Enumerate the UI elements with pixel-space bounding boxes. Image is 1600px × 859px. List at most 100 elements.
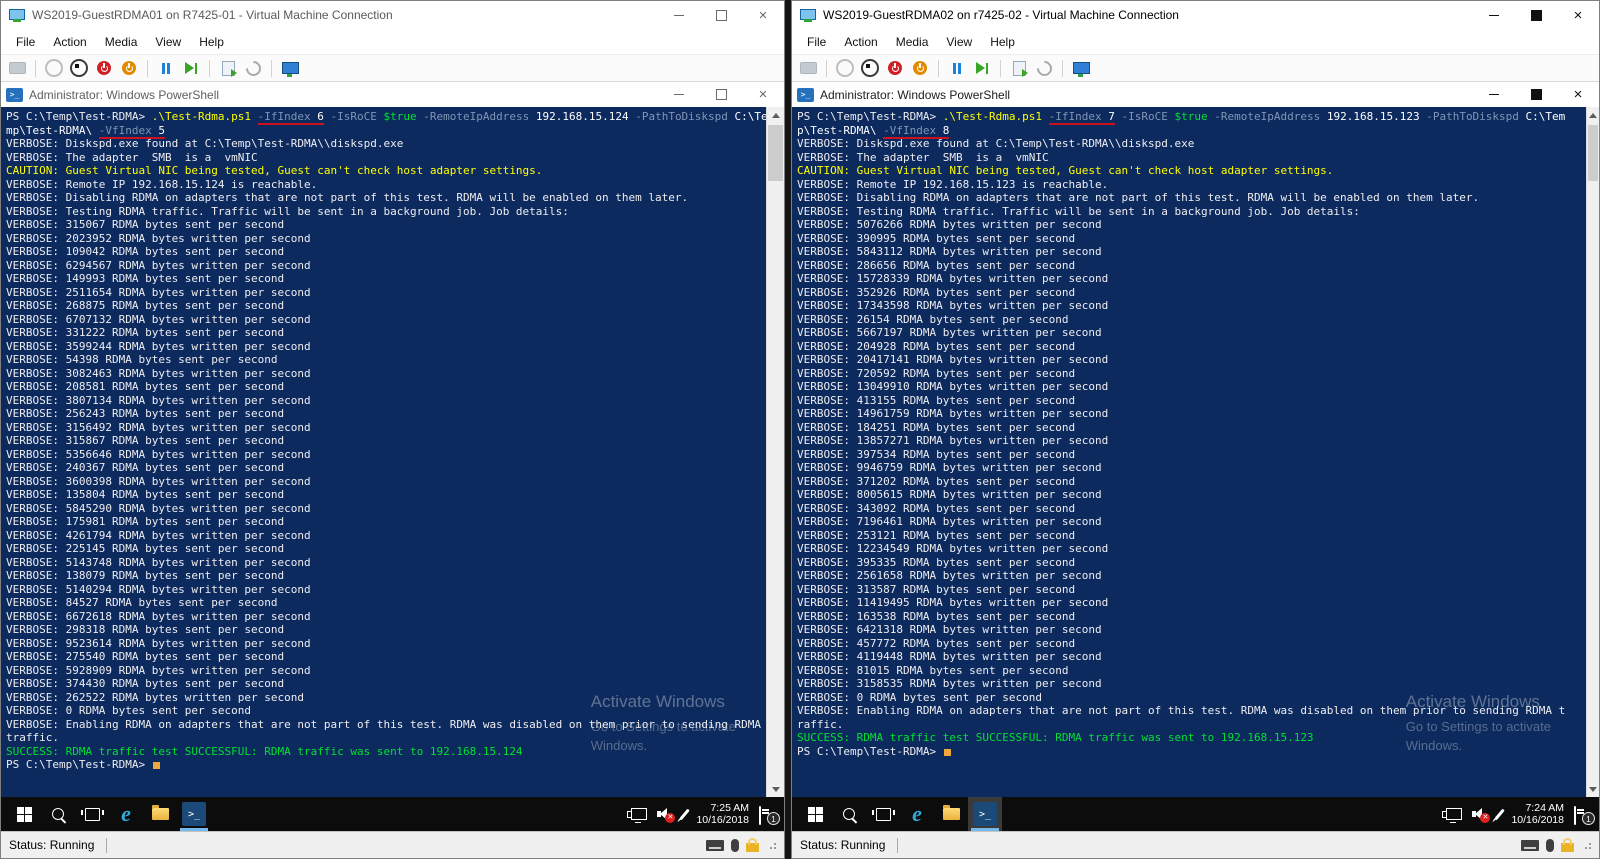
reset-vm-button[interactable] — [181, 58, 201, 78]
resize-grip[interactable] — [768, 841, 776, 849]
console-line: VERBOSE: 413155 RDMA bytes sent per seco… — [797, 394, 1586, 408]
shut-down-vm-button[interactable] — [885, 58, 905, 78]
console-line: VERBOSE: 135804 RDMA bytes sent per seco… — [6, 488, 765, 502]
file-explorer-button[interactable] — [143, 797, 177, 831]
console-line: VERBOSE: Testing RDMA traffic. Traffic w… — [6, 205, 765, 219]
task-view-button[interactable] — [75, 797, 109, 831]
scrollbar-thumb[interactable] — [768, 125, 783, 181]
enhanced-session-button[interactable] — [1071, 58, 1091, 78]
menu-file[interactable]: File — [798, 31, 835, 53]
pen-icon[interactable] — [683, 808, 686, 821]
checkpoint-button[interactable] — [1009, 58, 1029, 78]
volume-muted-icon[interactable]: ✕ — [657, 807, 673, 821]
console-line: PS C:\Temp\Test-RDMA> — [797, 745, 1586, 759]
file-explorer-button[interactable] — [934, 797, 968, 831]
ps-close-button[interactable]: × — [1557, 82, 1599, 107]
powershell-taskbar-button[interactable]: >_ — [177, 797, 211, 831]
save-vm-button[interactable] — [910, 58, 930, 78]
revert-button[interactable] — [243, 58, 263, 78]
console-line: VERBOSE: 5843112 RDMA bytes written per … — [797, 245, 1586, 259]
revert-button[interactable] — [1034, 58, 1054, 78]
start-button[interactable] — [7, 797, 41, 831]
network-icon[interactable] — [631, 808, 647, 820]
text-cursor — [944, 749, 951, 756]
pause-vm-button[interactable] — [947, 58, 967, 78]
powershell-titlebar[interactable]: >_ Administrator: Windows PowerShell × — [1, 82, 784, 107]
powershell-taskbar-button[interactable]: >_ — [968, 797, 1002, 831]
search-button[interactable] — [41, 797, 75, 831]
console-scrollbar[interactable] — [766, 107, 784, 797]
pause-vm-button[interactable] — [156, 58, 176, 78]
vm-titlebar[interactable]: WS2019-GuestRDMA02 on r7425-02 - Virtual… — [792, 1, 1599, 29]
action-center-icon[interactable]: 1 — [1574, 807, 1591, 821]
scrollbar-thumb[interactable] — [1588, 125, 1598, 181]
console-line: VERBOSE: 720592 RDMA bytes sent per seco… — [797, 367, 1586, 381]
menu-help[interactable]: Help — [981, 31, 1024, 53]
console-line: VERBOSE: 352926 RDMA bytes sent per seco… — [797, 286, 1586, 300]
ps-minimize-button[interactable] — [658, 82, 700, 107]
ps-maximize-button[interactable] — [1515, 82, 1557, 107]
menu-help[interactable]: Help — [190, 31, 233, 53]
ctrl-alt-del-button[interactable] — [798, 58, 818, 78]
menu-view[interactable]: View — [937, 31, 981, 53]
console-line: PS C:\Temp\Test-RDMA> .\Test-Rdma.ps1 -I… — [797, 110, 1586, 124]
start-vm-button[interactable] — [44, 58, 64, 78]
powershell-console[interactable]: PS C:\Temp\Test-RDMA> .\Test-Rdma.ps1 -I… — [1, 107, 784, 797]
console-line: VERBOSE: 457772 RDMA bytes sent per seco… — [797, 637, 1586, 651]
internet-explorer-button[interactable]: e — [109, 797, 143, 831]
console-line: VERBOSE: 6707132 RDMA bytes written per … — [6, 313, 765, 327]
save-vm-button[interactable] — [119, 58, 139, 78]
enhanced-session-button[interactable] — [280, 58, 300, 78]
turn-off-vm-button[interactable] — [860, 58, 880, 78]
ps-close-button[interactable]: × — [742, 82, 784, 107]
menu-file[interactable]: File — [7, 31, 44, 53]
console-line: VERBOSE: 6294567 RDMA bytes written per … — [6, 259, 765, 273]
clock[interactable]: 7:24 AM 10/16/2018 — [1511, 802, 1564, 826]
resize-grip[interactable] — [1583, 841, 1591, 849]
ps-maximize-button[interactable] — [700, 82, 742, 107]
close-button[interactable]: × — [742, 1, 784, 29]
task-view-button[interactable] — [866, 797, 900, 831]
reset-vm-button[interactable] — [972, 58, 992, 78]
powershell-console[interactable]: PS C:\Temp\Test-RDMA> .\Test-Rdma.ps1 -I… — [792, 107, 1599, 797]
console-line: VERBOSE: 14961759 RDMA bytes written per… — [797, 407, 1586, 421]
maximize-button[interactable] — [1515, 1, 1557, 29]
console-line: VERBOSE: 262522 RDMA bytes written per s… — [6, 691, 765, 705]
maximize-button[interactable] — [700, 1, 742, 29]
ctrl-alt-del-button[interactable] — [7, 58, 27, 78]
console-scrollbar[interactable] — [1586, 107, 1599, 797]
menu-media[interactable]: Media — [96, 31, 147, 53]
internet-explorer-button[interactable]: e — [900, 797, 934, 831]
start-vm-button[interactable] — [835, 58, 855, 78]
clock[interactable]: 7:25 AM 10/16/2018 — [696, 802, 749, 826]
scroll-down-arrow[interactable] — [1587, 781, 1599, 797]
scroll-up-arrow[interactable] — [1587, 107, 1599, 123]
minimize-button[interactable] — [1473, 1, 1515, 29]
close-button[interactable]: × — [1557, 1, 1599, 29]
usb-device-icon — [731, 839, 739, 852]
console-line: raffic. — [797, 718, 1586, 732]
search-button[interactable] — [832, 797, 866, 831]
shut-down-vm-button[interactable] — [94, 58, 114, 78]
console-line: VERBOSE: 5928909 RDMA bytes written per … — [6, 664, 765, 678]
menu-media[interactable]: Media — [887, 31, 938, 53]
vm-titlebar[interactable]: WS2019-GuestRDMA01 on R7425-01 - Virtual… — [1, 1, 784, 29]
menu-action[interactable]: Action — [835, 31, 886, 53]
powershell-title: Administrator: Windows PowerShell — [820, 88, 1473, 102]
network-icon[interactable] — [1446, 808, 1462, 820]
minimize-button[interactable] — [658, 1, 700, 29]
scroll-down-arrow[interactable] — [767, 781, 784, 797]
action-center-icon[interactable]: 1 — [759, 807, 776, 821]
menu-action[interactable]: Action — [44, 31, 95, 53]
scroll-up-arrow[interactable] — [767, 107, 784, 123]
console-line: p\Test-RDMA\ -VfIndex 8 — [797, 124, 1586, 138]
turn-off-vm-button[interactable] — [69, 58, 89, 78]
menu-view[interactable]: View — [146, 31, 190, 53]
volume-muted-icon[interactable]: ✕ — [1472, 807, 1488, 821]
powershell-titlebar[interactable]: >_ Administrator: Windows PowerShell × — [792, 82, 1599, 107]
start-button[interactable] — [798, 797, 832, 831]
console-line: VERBOSE: 15728339 RDMA bytes written per… — [797, 272, 1586, 286]
checkpoint-button[interactable] — [218, 58, 238, 78]
pen-icon[interactable] — [1498, 808, 1501, 821]
ps-minimize-button[interactable] — [1473, 82, 1515, 107]
